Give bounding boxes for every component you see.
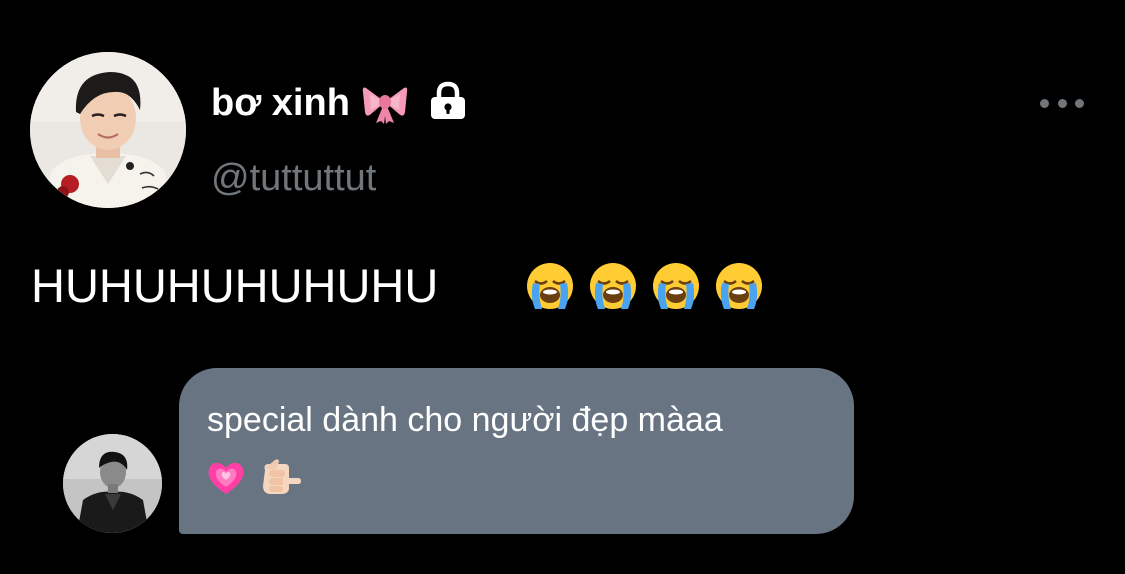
- message-text: special dành cho người đẹp màaa: [207, 401, 723, 439]
- more-horizontal-icon: [1057, 98, 1067, 108]
- pointing-fist-icon: [263, 459, 301, 494]
- lock-icon: [431, 81, 465, 119]
- loudly-crying-face-icon: [716, 263, 762, 309]
- more-horizontal-icon: [1075, 98, 1084, 108]
- growing-heart-icon: [208, 462, 244, 494]
- profile-avatar-image: [30, 52, 186, 208]
- message-bubble[interactable]: special dành cho người đẹp màaa: [179, 368, 854, 534]
- loudly-crying-face-icon: [590, 263, 636, 309]
- more-horizontal-icon: [1040, 98, 1049, 108]
- sender-avatar-image: [63, 434, 162, 533]
- display-name[interactable]: bơ xinh: [211, 80, 350, 126]
- sender-avatar[interactable]: [63, 434, 162, 533]
- more-options-button[interactable]: [1040, 90, 1084, 116]
- tweet-emoji-row: [525, 258, 777, 314]
- tweet-text: HUHUHUHUHUHU: [31, 259, 439, 312]
- user-handle[interactable]: @tuttuttut: [211, 155, 376, 201]
- ribbon-bow-icon: [362, 87, 408, 124]
- loudly-crying-face-icon: [527, 263, 573, 309]
- message-emoji-row: [207, 458, 301, 498]
- loudly-crying-face-icon: [653, 263, 699, 309]
- profile-avatar[interactable]: [30, 52, 186, 208]
